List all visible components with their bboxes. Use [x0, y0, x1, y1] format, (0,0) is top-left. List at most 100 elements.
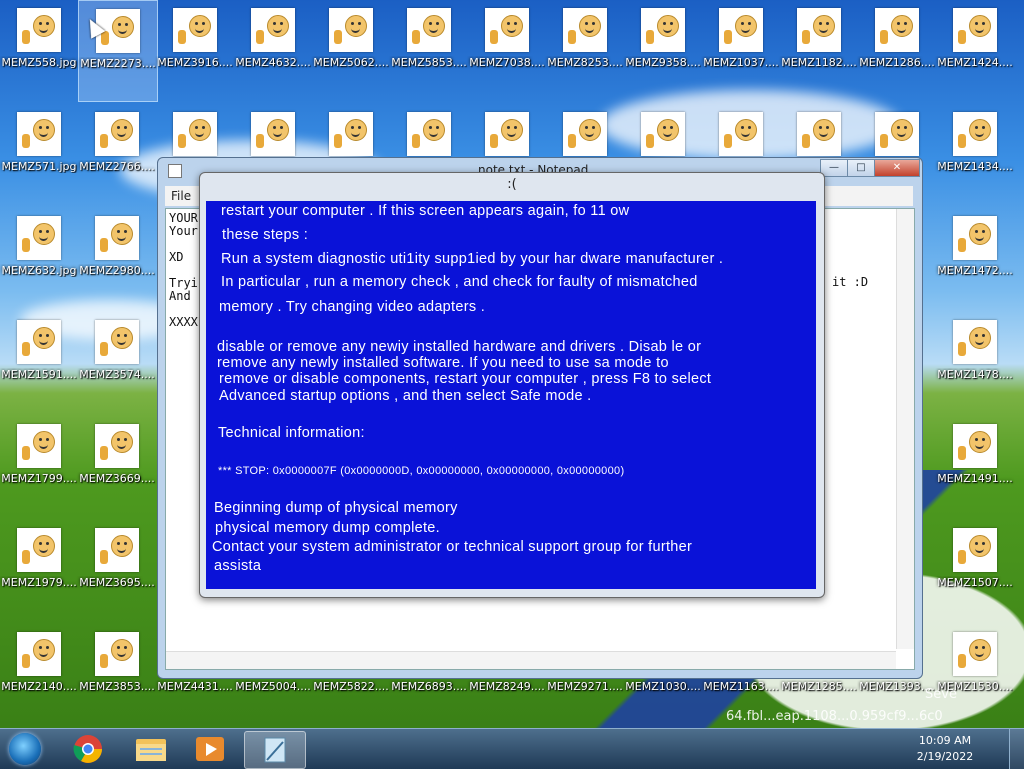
- desktop-icon[interactable]: MEMZ5062....: [312, 0, 390, 100]
- desktop-icon[interactable]: MEMZ1182....: [780, 0, 858, 100]
- desktop-icon-label: MEMZ1491....: [937, 472, 1013, 485]
- notepad-line: Your: [169, 224, 198, 238]
- image-thumbnail-icon: [95, 424, 139, 468]
- desktop-icon[interactable]: MEMZ9358....: [624, 0, 702, 100]
- desktop-icon-label: MEMZ2273....: [80, 57, 156, 70]
- desktop-icon[interactable]: MEMZ1478....: [936, 312, 1014, 412]
- desktop-icon[interactable]: MEMZ1434....: [936, 104, 1014, 204]
- image-thumbnail-icon: [329, 112, 373, 156]
- desktop-icon[interactable]: MEMZ2140....: [0, 624, 78, 724]
- clock-time: 10:09 AM: [918, 734, 972, 747]
- desktop-icon-label: MEMZ5822....: [313, 680, 389, 693]
- desktop-icon-label: MEMZ4632....: [235, 56, 311, 69]
- system-clock[interactable]: 10:09 AM 2/19/2022: [910, 733, 980, 765]
- desktop-icon[interactable]: MEMZ1799....: [0, 416, 78, 516]
- image-thumbnail-icon: [95, 320, 139, 364]
- desktop-icon-label: MEMZ1507....: [937, 576, 1013, 589]
- desktop-icon-label: MEMZ5062....: [313, 56, 389, 69]
- image-thumbnail-icon: [173, 112, 217, 156]
- desktop-icon[interactable]: MEMZ4632....: [234, 0, 312, 100]
- notepad-line: YOUR: [169, 211, 198, 225]
- desktop-icon[interactable]: MEMZ3669....: [78, 416, 156, 516]
- explorer-icon: [136, 739, 166, 761]
- desktop-icon-label: MEMZ1472....: [937, 264, 1013, 277]
- image-thumbnail-icon: [797, 8, 841, 52]
- desktop-icon-label: MEMZ1434....: [937, 160, 1013, 173]
- explorer-taskbar-button[interactable]: [122, 731, 178, 767]
- desktop-icon[interactable]: MEMZ2766....: [78, 104, 156, 204]
- image-thumbnail-icon: [563, 8, 607, 52]
- desktop-icon[interactable]: MEMZ1286....: [858, 0, 936, 100]
- image-thumbnail-icon: [641, 112, 685, 156]
- desktop-icon[interactable]: MEMZ1472....: [936, 208, 1014, 308]
- notepad-taskbar-button[interactable]: [244, 731, 306, 769]
- chrome-taskbar-button[interactable]: [60, 731, 116, 767]
- bsod-text-line: remove or disable components, restart yo…: [219, 371, 712, 387]
- desktop-icon[interactable]: MEMZ1530....: [936, 624, 1014, 724]
- notepad-right-text: it :D: [832, 275, 869, 289]
- image-thumbnail-icon: [485, 8, 529, 52]
- image-thumbnail-icon: [719, 112, 763, 156]
- image-thumbnail-icon: [875, 8, 919, 52]
- desktop-icon[interactable]: MEMZ1491....: [936, 416, 1014, 516]
- desktop-icon[interactable]: MEMZ1037....: [702, 0, 780, 100]
- bsod-text-line: In particular , run a memory check , and…: [221, 274, 698, 290]
- desktop-icon-label: MEMZ1286....: [859, 56, 935, 69]
- image-thumbnail-icon: [17, 632, 61, 676]
- image-thumbnail-icon: [797, 112, 841, 156]
- desktop-icon[interactable]: MEMZ632.jpg: [0, 208, 78, 308]
- desktop-icon[interactable]: MEMZ1507....: [936, 520, 1014, 620]
- image-thumbnail-icon: [407, 8, 451, 52]
- desktop-icon-label: MEMZ5853....: [391, 56, 467, 69]
- maximize-button[interactable]: □: [847, 159, 875, 177]
- bsod-window[interactable]: :( restart your computer . If this scree…: [199, 172, 825, 598]
- image-thumbnail-icon: [173, 8, 217, 52]
- image-thumbnail-icon: [95, 112, 139, 156]
- bsod-text-line: Run a system diagnostic uti1ity supp1ied…: [221, 251, 724, 267]
- desktop-icon-label: MEMZ632.jpg: [1, 264, 77, 277]
- desktop-icon[interactable]: MEMZ2980....: [78, 208, 156, 308]
- image-thumbnail-icon: [953, 528, 997, 572]
- desktop: MEMZ558.jpg MEMZ2273.... MEMZ3916.... MEMZ4…: [0, 0, 1024, 728]
- desktop-icon[interactable]: MEMZ1424....: [936, 0, 1014, 100]
- start-button[interactable]: [4, 731, 46, 767]
- desktop-icon-label: MEMZ5004....: [235, 680, 311, 693]
- desktop-icon[interactable]: MEMZ5853....: [390, 0, 468, 100]
- notepad-line: XXXX: [169, 315, 198, 329]
- desktop-icon[interactable]: MEMZ3574....: [78, 312, 156, 412]
- image-thumbnail-icon: [17, 528, 61, 572]
- image-thumbnail-icon: [17, 112, 61, 156]
- notepad-line: XD: [169, 250, 184, 264]
- bsod-window-title: :(: [507, 177, 517, 192]
- desktop-icon[interactable]: MEMZ8253....: [546, 0, 624, 100]
- desktop-icon[interactable]: MEMZ1979....: [0, 520, 78, 620]
- taskbar: 10:09 AM 2/19/2022: [0, 728, 1024, 769]
- horizontal-scrollbar[interactable]: [166, 651, 896, 669]
- media-player-taskbar-button[interactable]: [182, 731, 238, 767]
- desktop-icon[interactable]: MEMZ3695....: [78, 520, 156, 620]
- desktop-icon-label: MEMZ2140....: [1, 680, 77, 693]
- vertical-scrollbar[interactable]: [896, 209, 914, 649]
- desktop-icon[interactable]: MEMZ2273....: [78, 0, 158, 102]
- image-thumbnail-icon: [485, 112, 529, 156]
- desktop-icon[interactable]: MEMZ3916....: [156, 0, 234, 100]
- desktop-icon[interactable]: MEMZ558.jpg: [0, 0, 78, 100]
- desktop-icon[interactable]: MEMZ571.jpg: [0, 104, 78, 204]
- image-thumbnail-icon: [95, 528, 139, 572]
- desktop-icon-label: MEMZ571.jpg: [1, 160, 77, 173]
- desktop-icon-label: MEMZ3916....: [157, 56, 233, 69]
- bsod-text-line: restart your computer . If this screen a…: [221, 203, 630, 219]
- notepad-app-icon: [168, 164, 182, 178]
- image-thumbnail-icon: [329, 8, 373, 52]
- desktop-icon-label: MEMZ1478....: [937, 368, 1013, 381]
- image-thumbnail-icon: [953, 632, 997, 676]
- desktop-icon-label: MEMZ8253....: [547, 56, 623, 69]
- show-desktop-button[interactable]: [1009, 729, 1024, 769]
- desktop-icon[interactable]: MEMZ7038....: [468, 0, 546, 100]
- close-button[interactable]: ✕: [874, 159, 920, 177]
- desktop-icon-label: MEMZ1037....: [703, 56, 779, 69]
- desktop-icon[interactable]: MEMZ1591....: [0, 312, 78, 412]
- desktop-icon[interactable]: MEMZ3853....: [78, 624, 156, 724]
- image-thumbnail-icon: [719, 8, 763, 52]
- menu-file[interactable]: File: [171, 189, 191, 203]
